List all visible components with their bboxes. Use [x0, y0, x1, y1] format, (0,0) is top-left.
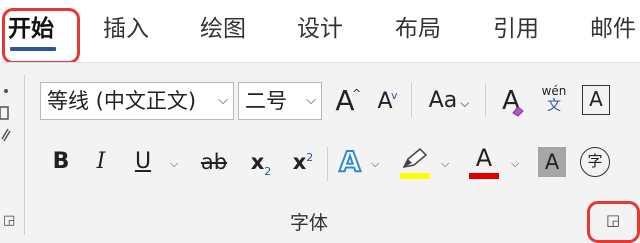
annotation-highlight-home-tab	[2, 8, 80, 64]
group-divider	[485, 83, 486, 117]
font-color-icon: A	[475, 144, 493, 172]
subscript-button[interactable]: x2	[246, 145, 276, 179]
text-effects-chevron-icon[interactable]: ⌵	[371, 157, 379, 171]
tab-layout[interactable]: 布局	[395, 12, 441, 46]
subscript-icon: x	[250, 150, 265, 174]
strikethrough-button[interactable]: ab	[196, 145, 232, 179]
ribbon-tab-bar: 开始 插入 绘图 设计 布局 引用 邮件	[0, 0, 640, 64]
italic-button[interactable]: I	[88, 145, 114, 179]
clipboard-icons-partial	[0, 89, 11, 142]
underline-options-chevron-icon[interactable]: ⌵	[170, 157, 178, 171]
bold-button[interactable]: B	[48, 145, 74, 179]
clipboard-group-edge	[0, 81, 14, 181]
enclose-characters-icon: 字	[587, 152, 603, 170]
highlight-color-button[interactable]	[398, 143, 432, 183]
font-size-value: 二号	[245, 89, 287, 113]
superscript-mark: 2	[306, 151, 314, 164]
clear-formatting-button[interactable]: A	[495, 81, 527, 121]
chevron-down-icon: ⌵	[460, 96, 470, 110]
shrink-font-button[interactable]: Av	[370, 81, 400, 121]
text-effects-button[interactable]: A	[334, 143, 366, 181]
grow-font-button[interactable]: A ^	[330, 81, 362, 121]
phonetic-guide-char: 文	[547, 98, 561, 114]
underline-button[interactable]: U	[128, 145, 158, 179]
clipboard-dialog-launcher-icon[interactable]: ◲	[3, 213, 15, 228]
text-effects-icon: A	[338, 144, 362, 179]
character-shading-button[interactable]: A	[538, 147, 566, 177]
highlight-color-swatch	[400, 173, 430, 179]
superscript-icon: x	[292, 150, 307, 174]
chevron-down-icon[interactable]: ⌵	[306, 83, 316, 119]
tab-references[interactable]: 引用	[493, 12, 539, 46]
font-color-button[interactable]: A	[468, 143, 500, 183]
group-divider	[411, 83, 412, 117]
font-color-swatch	[469, 173, 499, 179]
font-size-combo[interactable]: 二号 ⌵	[238, 82, 322, 120]
change-case-icon: Aa	[428, 88, 458, 113]
highlighter-icon	[402, 147, 428, 169]
tab-design[interactable]: 设计	[297, 12, 343, 46]
eraser-icon	[512, 106, 524, 117]
font-color-chevron-icon[interactable]: ⌵	[511, 157, 519, 171]
change-case-button[interactable]: Aa ⌵	[420, 81, 478, 121]
subscript-mark: 2	[264, 165, 272, 178]
tab-mailings[interactable]: 邮件	[590, 12, 636, 46]
tab-draw[interactable]: 绘图	[200, 12, 246, 46]
font-name-value: 等线 (中文正文)	[47, 89, 197, 113]
caret-up-icon: ^	[352, 87, 362, 100]
tab-insert[interactable]: 插入	[103, 12, 149, 46]
annotation-highlight-font-launcher	[587, 201, 640, 243]
ribbon-font-group: ◲ 等线 (中文正文) ⌵ 二号 ⌵ A ^ Av Aa ⌵ A wén 文 A B…	[0, 62, 640, 243]
superscript-button[interactable]: x2	[288, 145, 318, 179]
font-group-label: 字体	[290, 212, 329, 234]
chevron-down-icon[interactable]: ⌵	[218, 83, 228, 119]
font-name-combo[interactable]: 等线 (中文正文) ⌵	[40, 82, 234, 120]
group-divider	[327, 147, 328, 181]
character-border-button[interactable]: A	[582, 85, 610, 115]
character-shading-icon: A	[544, 150, 560, 174]
phonetic-guide-pinyin: wén	[541, 84, 567, 98]
phonetic-guide-button[interactable]: wén 文	[536, 81, 572, 121]
highlight-color-chevron-icon[interactable]: ⌵	[441, 157, 449, 171]
character-border-icon: A	[589, 87, 603, 111]
group-divider	[24, 75, 25, 235]
caret-down-icon: v	[391, 89, 398, 102]
enclose-characters-button[interactable]: 字	[580, 147, 610, 177]
